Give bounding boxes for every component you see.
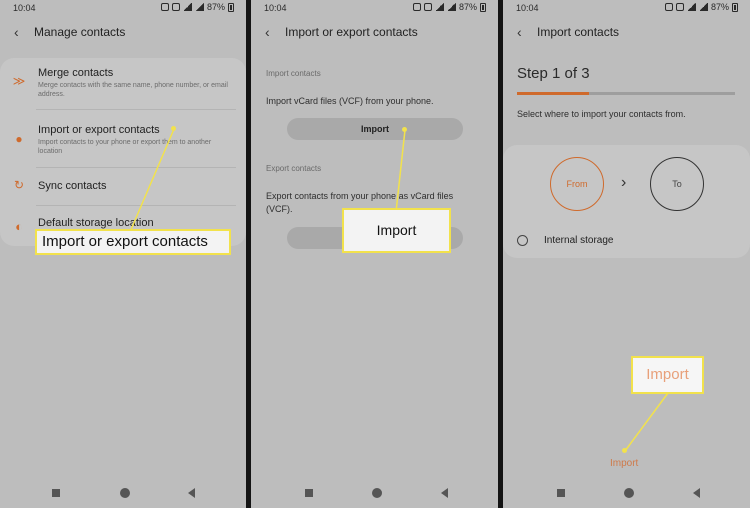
import-button[interactable]: Import	[610, 458, 638, 469]
callout-import: Import	[631, 356, 704, 394]
import-export-screen: 10:04 87% ‹ Import or export contacts Im…	[251, 0, 498, 508]
home-icon[interactable]	[120, 488, 130, 498]
callout-dot	[171, 126, 176, 131]
recent-apps-icon[interactable]	[305, 489, 313, 497]
back-icon[interactable]	[441, 488, 448, 498]
recent-apps-icon[interactable]	[52, 489, 60, 497]
nav-bar	[251, 486, 498, 500]
recent-apps-icon[interactable]	[557, 489, 565, 497]
import-contacts-screen: 10:04 87% ‹ Import contacts Step 1 of 3 …	[503, 0, 750, 508]
home-icon[interactable]	[372, 488, 382, 498]
home-icon[interactable]	[624, 488, 634, 498]
back-icon[interactable]	[693, 488, 700, 498]
callout-import-export: Import or export contacts	[35, 229, 231, 255]
callout-dot	[402, 127, 407, 132]
callout-import: Import	[342, 208, 451, 253]
nav-bar	[503, 486, 750, 500]
callout-leader-line	[395, 129, 406, 213]
nav-bar	[0, 486, 246, 500]
manage-contacts-screen: 10:04 87% ‹ Manage contacts ≫ Merge cont…	[0, 0, 246, 508]
callout-dot	[622, 448, 627, 453]
back-icon[interactable]	[188, 488, 195, 498]
callout-leader-line	[624, 392, 669, 452]
